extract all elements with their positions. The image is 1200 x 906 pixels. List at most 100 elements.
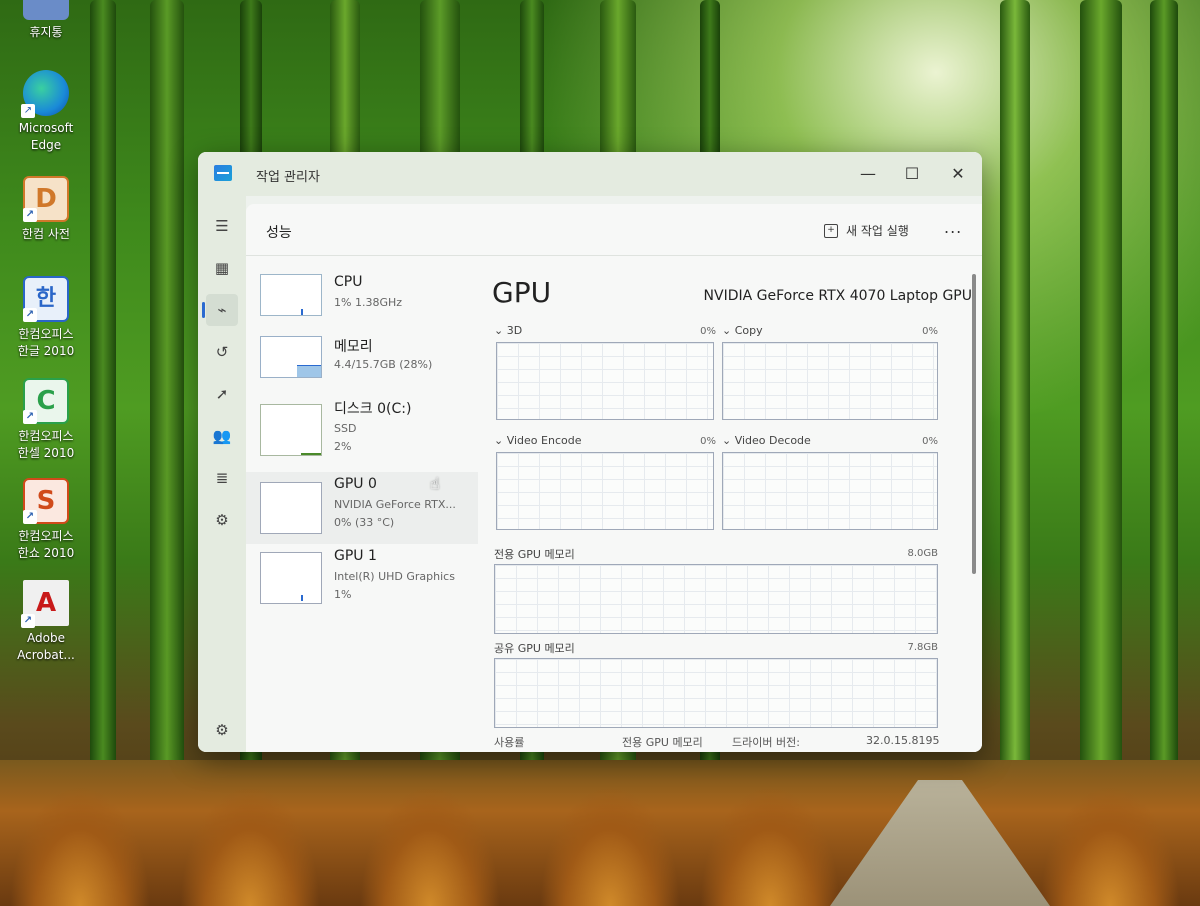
desktop-icon-edge[interactable]: ↗ Microsoft Edge (12, 70, 80, 154)
minimize-button[interactable]: — (848, 160, 888, 188)
maximize-button[interactable]: ☐ (892, 160, 932, 188)
usage-label: 사용률 (494, 736, 525, 749)
engine-3d-graph (496, 342, 714, 420)
dedicated-memory-value: 8.0GB (907, 548, 938, 559)
grass (700, 786, 840, 906)
settings-icon[interactable]: ⚙ (206, 714, 238, 746)
engine-copy-graph (722, 342, 938, 420)
desktop-icon-label: Adobe Acrobat... (17, 631, 75, 662)
shortcut-arrow-icon: ↗ (23, 208, 37, 222)
desktop-icon-hangul[interactable]: 한 ↗ 한컴오피스 한글 2010 (12, 276, 80, 360)
engine-percent: 0% (922, 326, 938, 337)
engine-video-encode-selector[interactable]: ⌄ Video Encode (494, 434, 581, 447)
hancom-dictionary-icon: D ↗ (23, 176, 69, 222)
grass (180, 786, 320, 906)
run-new-task-button[interactable]: + 새 작업 실행 (824, 218, 909, 244)
grass (360, 786, 500, 906)
engine-3d-selector[interactable]: ⌄ 3D (494, 324, 522, 337)
close-button[interactable]: ✕ (938, 160, 978, 188)
desktop-icon-label: Microsoft Edge (18, 121, 74, 152)
run-new-task-label: 새 작업 실행 (846, 224, 909, 238)
perf-item-gpu1[interactable]: GPU 1 Intel(R) UHD Graphics 1% (246, 548, 478, 620)
services-icon[interactable]: ⚙ (206, 504, 238, 536)
perf-item-usage: 0% (33 °C) (334, 516, 395, 529)
performance-list: CPU 1% 1.38GHz 메모리 4.4/15.7GB (28%) 디스크 … (246, 258, 478, 752)
shared-memory-value: 7.8GB (907, 642, 938, 653)
grass (10, 786, 150, 906)
desktop-icon-label: 한컴오피스 한글 2010 (17, 327, 75, 358)
content-area: 성능 + 새 작업 실행 ... CPU 1% 1.38GHz 메모리 4.4/… (246, 204, 982, 752)
engine-video-decode-selector[interactable]: ⌄ Video Decode (722, 434, 811, 447)
chevron-down-icon: ⌄ (494, 434, 504, 447)
page-title: 성능 (266, 225, 292, 241)
window-title: 작업 관리자 (256, 170, 320, 185)
task-manager-window: 작업 관리자 — ☐ ✕ ☰ ▦ ⌁ ↺ ➚ 👥 ≣ ⚙ ⚙ 성능 + 새 작업… (198, 152, 982, 752)
perf-item-memory[interactable]: 메모리 4.4/15.7GB (28%) (246, 328, 478, 398)
engine-video-encode-graph (496, 452, 714, 530)
chevron-down-icon: ⌄ (722, 324, 732, 337)
perf-item-name: 메모리 (334, 339, 373, 355)
more-options-button[interactable]: ... (944, 218, 962, 237)
desktop-icon-acrobat[interactable]: A ↗ Adobe Acrobat... (12, 580, 80, 664)
desktop-icon-label: 한컴 사전 (22, 227, 70, 241)
perf-item-name: CPU (334, 274, 363, 290)
users-icon[interactable]: 👥 (206, 420, 238, 452)
perf-item-disk[interactable]: 디스크 0(C:) SSD 2% (246, 390, 478, 470)
perf-item-name: 디스크 0(C:) (334, 401, 412, 417)
header-bar: 성능 + 새 작업 실행 ... (246, 204, 982, 256)
shortcut-arrow-icon: ↗ (23, 510, 37, 524)
perf-item-usage: 1% (334, 588, 352, 601)
startup-icon[interactable]: ➚ (206, 378, 238, 410)
details-icon[interactable]: ≣ (206, 462, 238, 494)
shortcut-arrow-icon: ↗ (23, 410, 37, 424)
perf-item-cpu[interactable]: CPU 1% 1.38GHz (246, 266, 478, 336)
engine-label: 3D (506, 324, 523, 337)
nav-rail: ☰ ▦ ⌁ ↺ ➚ 👥 ≣ ⚙ ⚙ (198, 196, 246, 752)
edge-icon: ↗ (21, 70, 69, 118)
dedicated-memory-graph (494, 564, 938, 634)
hancell-icon: C ↗ (23, 378, 69, 424)
desktop-icon-hancell[interactable]: C ↗ 한컴오피스 한셀 2010 (12, 378, 80, 462)
performance-icon[interactable]: ⌁ (202, 294, 238, 326)
menu-icon[interactable]: ☰ (206, 210, 238, 242)
perf-item-detail: SSD (334, 422, 357, 435)
hand-cursor-icon: ☝ (430, 474, 440, 493)
perf-item-detail: 4.4/15.7GB (28%) (334, 358, 433, 371)
perf-item-name: GPU 1 (334, 548, 377, 564)
engine-video-decode-graph (722, 452, 938, 530)
bamboo-stalk (1000, 0, 1030, 800)
shortcut-arrow-icon: ↗ (21, 104, 35, 118)
engine-percent: 0% (922, 436, 938, 447)
shortcut-arrow-icon: ↗ (23, 308, 37, 322)
driver-version-label: 드라이버 버전: (732, 736, 800, 749)
memory-thumbnail-graph (260, 336, 322, 378)
shared-memory-graph (494, 658, 938, 728)
engine-percent: 0% (700, 326, 716, 337)
bamboo-stalk (150, 0, 184, 800)
perf-item-detail: Intel(R) UHD Graphics (334, 570, 455, 583)
bamboo-stalk (1080, 0, 1122, 800)
desktop-icon-recycle-bin[interactable]: 휴지통 (12, 0, 80, 41)
gpu-detail-panel: GPU NVIDIA GeForce RTX 4070 Laptop GPU ⌄… (492, 258, 972, 752)
app-history-icon[interactable]: ↺ (206, 336, 238, 368)
scrollbar[interactable] (972, 274, 976, 574)
desktop-icon-label: 휴지통 (29, 25, 63, 39)
gpu1-thumbnail-graph (260, 552, 322, 604)
desktop-icon-label: 한컴오피스 한쇼 2010 (17, 529, 75, 560)
grass (540, 786, 680, 906)
shared-memory-label: 공유 GPU 메모리 (494, 642, 575, 655)
perf-item-detail: NVIDIA GeForce RTX... (334, 498, 456, 511)
desktop-icon-hanshow[interactable]: S ↗ 한컴오피스 한쇼 2010 (12, 478, 80, 562)
desktop-icon-hancom-dict[interactable]: D ↗ 한컴 사전 (12, 176, 80, 243)
engine-label: Copy (734, 324, 763, 337)
processes-icon[interactable]: ▦ (206, 252, 238, 284)
chevron-down-icon: ⌄ (494, 324, 504, 337)
engine-copy-selector[interactable]: ⌄ Copy (722, 324, 763, 337)
dedicated-gpu-memory-label: 전용 GPU 메모리 (622, 736, 703, 749)
title-bar[interactable]: 작업 관리자 — ☐ ✕ (198, 152, 982, 196)
perf-item-gpu0[interactable]: GPU 0 NVIDIA GeForce RTX... 0% (33 °C) (246, 472, 478, 544)
gpu-title: GPU (492, 276, 552, 309)
recycle-bin-icon (23, 0, 69, 20)
desktop-icon-label: 한컴오피스 한셀 2010 (17, 429, 75, 460)
dedicated-memory-label: 전용 GPU 메모리 (494, 548, 575, 561)
